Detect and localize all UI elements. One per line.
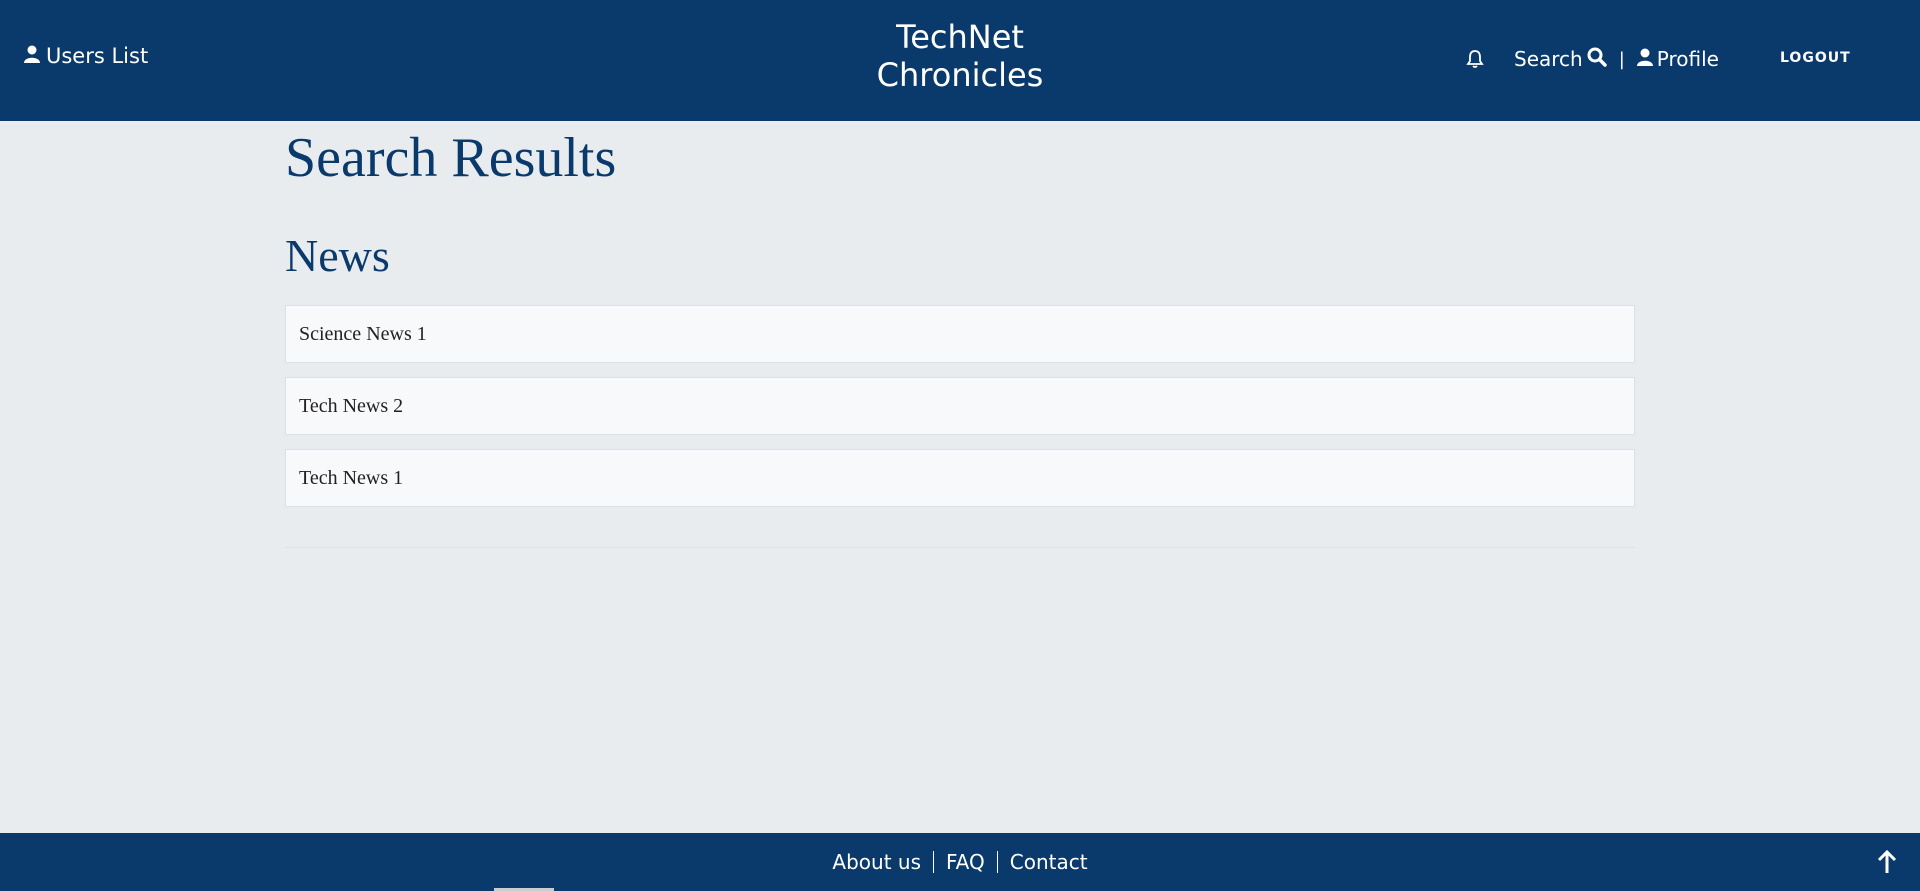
main-content: Search Results News Science News 1 Tech … — [285, 121, 1635, 548]
profile-label: Profile — [1656, 47, 1719, 71]
footer-link-faq[interactable]: FAQ — [946, 850, 985, 874]
site-footer: About us FAQ Contact — [0, 833, 1920, 891]
user-icon — [24, 44, 40, 68]
footer-separator — [933, 851, 935, 873]
users-list-link[interactable]: Users List — [24, 44, 148, 68]
user-icon — [1636, 47, 1653, 71]
brand-line-1: TechNet — [896, 18, 1024, 56]
page-title: Search Results — [285, 127, 617, 189]
site-brand[interactable]: TechNet Chronicles — [860, 18, 1060, 94]
users-list-label: Users List — [46, 44, 149, 68]
search-icon — [1587, 47, 1607, 72]
list-item[interactable]: Tech News 2 — [285, 377, 1635, 435]
profile-link[interactable]: Profile — [1636, 47, 1719, 71]
logout-button[interactable]: LOGOUT — [1780, 50, 1851, 66]
brand-line-2: Chronicles — [876, 56, 1044, 94]
nav-separator: | — [1618, 48, 1625, 70]
header-nav: Search | Profile — [1466, 44, 1719, 74]
section-title-news: News — [285, 230, 390, 281]
arrow-up-icon[interactable] — [1876, 849, 1898, 875]
footer-separator — [996, 851, 998, 873]
bell-icon[interactable] — [1466, 48, 1488, 70]
results-list: Science News 1 Tech News 2 Tech News 1 — [285, 305, 1635, 507]
site-header: Users List TechNet Chronicles Search | P… — [0, 0, 1920, 121]
list-item[interactable]: Science News 1 — [285, 305, 1635, 363]
search-link[interactable]: Search — [1514, 47, 1607, 72]
divider — [285, 547, 1635, 548]
footer-link-about[interactable]: About us — [832, 850, 921, 874]
list-item[interactable]: Tech News 1 — [285, 449, 1635, 507]
footer-link-contact[interactable]: Contact — [1010, 850, 1088, 874]
search-label: Search — [1514, 47, 1583, 71]
